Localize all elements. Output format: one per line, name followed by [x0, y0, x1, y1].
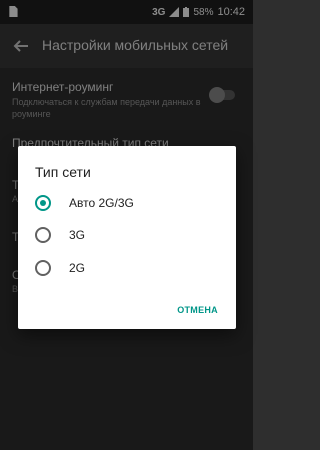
radio-unchecked-icon[interactable] — [35, 227, 51, 243]
network-type-dialog: Тип сети Авто 2G/3G 3G 2G ОТМЕНА — [18, 146, 236, 329]
option-label: Авто 2G/3G — [69, 196, 134, 210]
option-label: 2G — [69, 261, 86, 275]
cancel-button[interactable]: ОТМЕНА — [177, 305, 218, 315]
option-3g[interactable]: 3G — [18, 219, 236, 251]
option-auto-2g-3g[interactable]: Авто 2G/3G — [18, 187, 236, 219]
option-2g[interactable]: 2G — [18, 252, 236, 284]
radio-unchecked-icon[interactable] — [35, 260, 51, 276]
dialog-title: Тип сети — [35, 164, 91, 180]
radio-checked-icon[interactable] — [35, 195, 51, 211]
option-label: 3G — [69, 228, 86, 242]
